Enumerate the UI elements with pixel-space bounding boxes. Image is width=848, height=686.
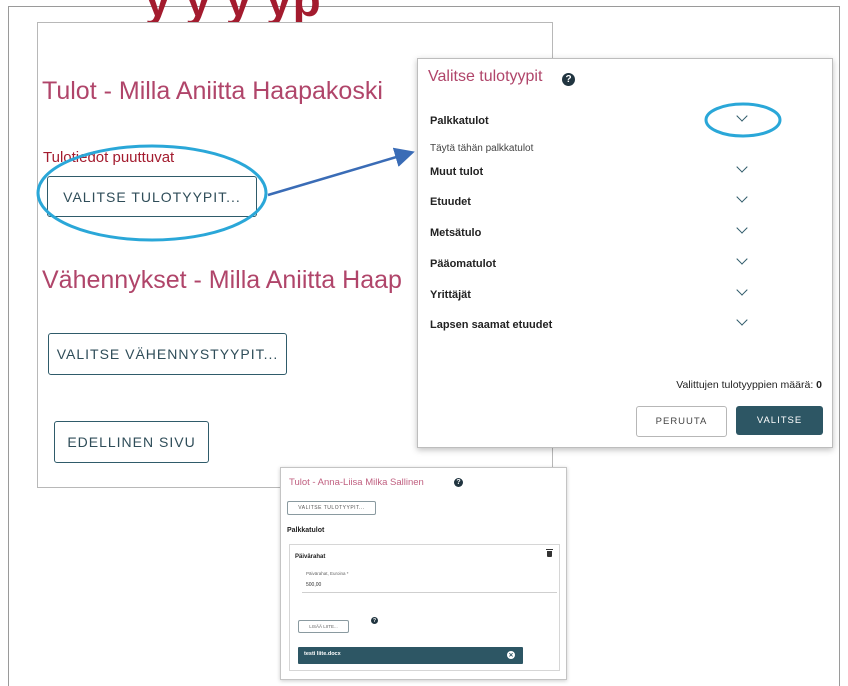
daily-allowance-card: Päivärahat Päivärahat, Euroina * 500,00 … — [289, 544, 560, 671]
help-icon[interactable]: ? — [562, 73, 575, 86]
inset-category-label: Palkkatulot — [287, 527, 325, 534]
category-metsatulo[interactable]: Metsätulo — [430, 227, 481, 239]
chevron-down-icon[interactable] — [736, 191, 748, 203]
chevron-down-icon[interactable] — [736, 253, 748, 265]
chevron-down-icon[interactable] — [736, 314, 748, 326]
select-income-types-button[interactable]: VALITSE TULOTYYPIT... — [47, 176, 257, 217]
category-muut-tulot[interactable]: Muut tulot — [430, 166, 483, 178]
category-yrittajat[interactable]: Yrittäjät — [430, 289, 471, 301]
category-etuudet[interactable]: Etuudet — [430, 196, 471, 208]
previous-page-button[interactable]: EDELLINEN SIVU — [54, 421, 209, 463]
chevron-down-icon[interactable] — [736, 161, 748, 173]
select-deduction-types-button[interactable]: VALITSE VÄHENNYSTYYPIT... — [48, 333, 287, 375]
selected-count: Valittujen tulotyyppien määrä: 0 — [676, 379, 822, 391]
income-missing-text: Tulotiedot puuttuvat — [43, 149, 175, 166]
chevron-down-icon[interactable] — [736, 222, 748, 234]
category-hint: Täytä tähän palkkatulot — [430, 143, 534, 154]
select-income-types-dialog: Valitse tulotyypit ? Palkkatulot Täytä t… — [417, 58, 833, 448]
dialog-title: Valitse tulotyypit — [428, 68, 543, 85]
close-icon[interactable]: ✕ — [507, 651, 515, 659]
help-icon[interactable]: ? — [454, 478, 463, 487]
cancel-button[interactable]: PERUUTA — [636, 406, 727, 437]
filled-income-example: Tulot - Anna-Liisa Milka Sallinen ? VALI… — [280, 467, 567, 680]
chevron-down-icon[interactable] — [736, 110, 748, 122]
amount-field-label: Päivärahat, Euroina * — [306, 571, 349, 576]
card-title: Päivärahat — [295, 554, 326, 560]
attachment-chip: testi liite.docx ✕ — [298, 647, 523, 664]
help-icon[interactable]: ? — [371, 617, 378, 624]
chevron-down-icon[interactable] — [736, 284, 748, 296]
category-lapsen-saamat-etuudet[interactable]: Lapsen saamat etuudet — [430, 319, 552, 331]
category-paaomatulot[interactable]: Pääomatulot — [430, 258, 496, 270]
inset-income-title: Tulot - Anna-Liisa Milka Sallinen — [289, 477, 424, 488]
add-attachment-button[interactable]: LISÄÄ LIITE... — [298, 620, 349, 633]
amount-field[interactable]: 500,00 — [306, 582, 321, 588]
category-palkkatulot[interactable]: Palkkatulot — [430, 115, 489, 127]
selected-count-label: Valittujen tulotyyppien määrä: — [676, 379, 814, 391]
select-button[interactable]: VALITSE — [736, 406, 823, 435]
inset-select-income-button[interactable]: VALITSE TULOTYYPIT... — [287, 501, 376, 515]
trash-icon[interactable] — [546, 549, 553, 557]
selected-count-value: 0 — [816, 379, 822, 391]
income-section-title: Tulot - Milla Aniitta Haapakoski — [42, 77, 383, 105]
attachment-file-name: testi liite.docx — [304, 651, 341, 657]
field-underline — [302, 592, 557, 593]
deductions-section-title: Vähennykset - Milla Aniitta Haap — [42, 266, 402, 294]
